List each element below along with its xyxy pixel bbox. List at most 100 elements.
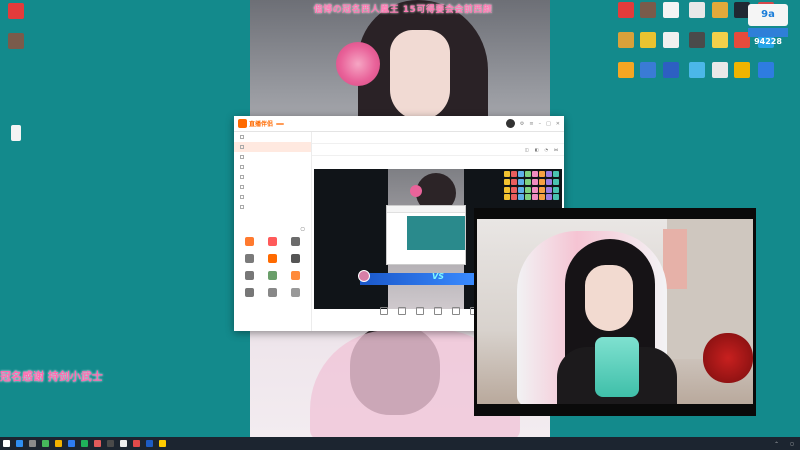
emote-icon[interactable] xyxy=(518,178,524,185)
emote-icon[interactable] xyxy=(511,186,517,193)
emote-icon[interactable] xyxy=(525,171,531,177)
tool-icon xyxy=(268,237,277,246)
scene-item[interactable] xyxy=(234,192,311,202)
app-icon xyxy=(712,32,728,48)
emote-icon[interactable] xyxy=(553,178,559,185)
emote-icon[interactable] xyxy=(525,178,531,185)
scene-item[interactable] xyxy=(234,142,311,152)
emote-icon[interactable] xyxy=(511,178,517,185)
tool-item[interactable] xyxy=(284,237,307,248)
taskbar-app-icon xyxy=(29,440,36,447)
tool-item[interactable] xyxy=(238,271,261,282)
emote-icon[interactable] xyxy=(546,194,552,201)
emote-icon[interactable] xyxy=(525,186,531,193)
emote-icon[interactable] xyxy=(525,194,531,201)
emote-icon[interactable] xyxy=(546,186,552,193)
tool-item[interactable] xyxy=(261,271,284,282)
bottom-action[interactable] xyxy=(380,307,388,327)
emote-icon[interactable] xyxy=(546,178,552,185)
tool-item[interactable] xyxy=(238,237,261,248)
notification-icon[interactable]: ▢ xyxy=(790,441,794,446)
emote-grid xyxy=(504,171,560,201)
emote-icon[interactable] xyxy=(539,178,545,185)
taskbar-app-button[interactable] xyxy=(130,437,143,450)
emote-icon[interactable] xyxy=(504,186,510,193)
network-meter-widget[interactable]: 9a 94228 xyxy=(748,4,788,54)
status-pill[interactable] xyxy=(276,122,285,125)
emote-icon[interactable] xyxy=(546,171,552,177)
emote-icon[interactable] xyxy=(518,186,524,193)
emote-icon[interactable] xyxy=(504,178,510,185)
settings-icon[interactable]: ⚙ xyxy=(520,121,524,127)
scene-item[interactable] xyxy=(234,202,311,212)
desktop-icon[interactable] xyxy=(657,2,685,20)
bottom-action[interactable] xyxy=(398,307,406,327)
scene-item[interactable] xyxy=(234,172,311,182)
emote-icon[interactable] xyxy=(518,194,524,201)
taskbar-app-button[interactable] xyxy=(65,437,78,450)
taskbar-app-button[interactable] xyxy=(26,437,39,450)
bottom-action[interactable] xyxy=(434,307,442,327)
gift-icon[interactable]: ◧ xyxy=(535,147,539,152)
tool-item[interactable] xyxy=(261,288,284,299)
tool-item[interactable] xyxy=(284,254,307,265)
emote-icon[interactable] xyxy=(511,194,517,201)
expand-icon[interactable]: ◯ xyxy=(301,226,305,231)
minimize-icon[interactable]: – xyxy=(539,121,542,127)
taskbar-app-button[interactable] xyxy=(156,437,169,450)
bottom-action[interactable] xyxy=(452,307,460,327)
taskbar-app-button[interactable] xyxy=(143,437,156,450)
desktop-icon[interactable] xyxy=(657,62,685,80)
taskbar-app-button[interactable] xyxy=(52,437,65,450)
taskbar-app-button[interactable] xyxy=(104,437,117,450)
taskbar-app-button[interactable] xyxy=(117,437,130,450)
scene-item[interactable] xyxy=(234,132,311,142)
emote-icon[interactable] xyxy=(532,171,538,177)
bottom-action[interactable] xyxy=(416,307,424,327)
emote-icon[interactable] xyxy=(539,171,545,177)
emote-icon[interactable] xyxy=(532,186,538,193)
tool-item[interactable] xyxy=(261,237,284,248)
emote-icon[interactable] xyxy=(553,171,559,177)
tool-item[interactable] xyxy=(238,288,261,299)
emote-icon[interactable] xyxy=(553,186,559,193)
desktop-icon[interactable] xyxy=(752,62,780,80)
tool-item[interactable] xyxy=(284,288,307,299)
emote-icon[interactable] xyxy=(504,171,510,177)
desktop-icon-3[interactable] xyxy=(2,125,30,143)
maximize-icon[interactable]: □ xyxy=(546,121,551,127)
taskbar-app-button[interactable] xyxy=(13,437,26,450)
desktop-icon-2[interactable] xyxy=(2,33,30,51)
menu-icon[interactable]: ≡ xyxy=(529,121,533,127)
emote-icon[interactable] xyxy=(532,194,538,201)
taskbar-app-button[interactable] xyxy=(78,437,91,450)
scene-item[interactable] xyxy=(234,182,311,192)
taskbar: ^ ▢ xyxy=(0,437,800,450)
camera-icon[interactable]: ◫ xyxy=(525,147,529,152)
tool-item[interactable] xyxy=(284,271,307,282)
scene-item[interactable] xyxy=(234,162,311,172)
taskbar-app-icon xyxy=(146,440,153,447)
taskbar-app-button[interactable] xyxy=(39,437,52,450)
close-icon[interactable]: ✕ xyxy=(556,121,560,127)
emote-icon[interactable] xyxy=(511,171,517,177)
emote-icon[interactable] xyxy=(539,186,545,193)
bell-icon[interactable]: ◔ xyxy=(545,147,549,152)
taskbar-app-button[interactable] xyxy=(91,437,104,450)
emote-icon[interactable] xyxy=(539,194,545,201)
tool-item[interactable] xyxy=(261,254,284,265)
logo-icon xyxy=(238,119,247,128)
app-icon xyxy=(689,62,705,78)
avatar[interactable] xyxy=(505,119,515,128)
emote-icon[interactable] xyxy=(532,178,538,185)
desktop-icon-1[interactable] xyxy=(2,3,30,21)
desktop-icon[interactable] xyxy=(657,32,685,50)
share-icon[interactable]: ⋈ xyxy=(554,147,558,152)
emote-icon[interactable] xyxy=(553,194,559,201)
tool-item[interactable] xyxy=(238,254,261,265)
chevron-up-icon[interactable]: ^ xyxy=(775,441,778,446)
start-button[interactable] xyxy=(0,437,13,450)
emote-icon[interactable] xyxy=(518,171,524,177)
emote-icon[interactable] xyxy=(504,194,510,201)
scene-item[interactable] xyxy=(234,152,311,162)
